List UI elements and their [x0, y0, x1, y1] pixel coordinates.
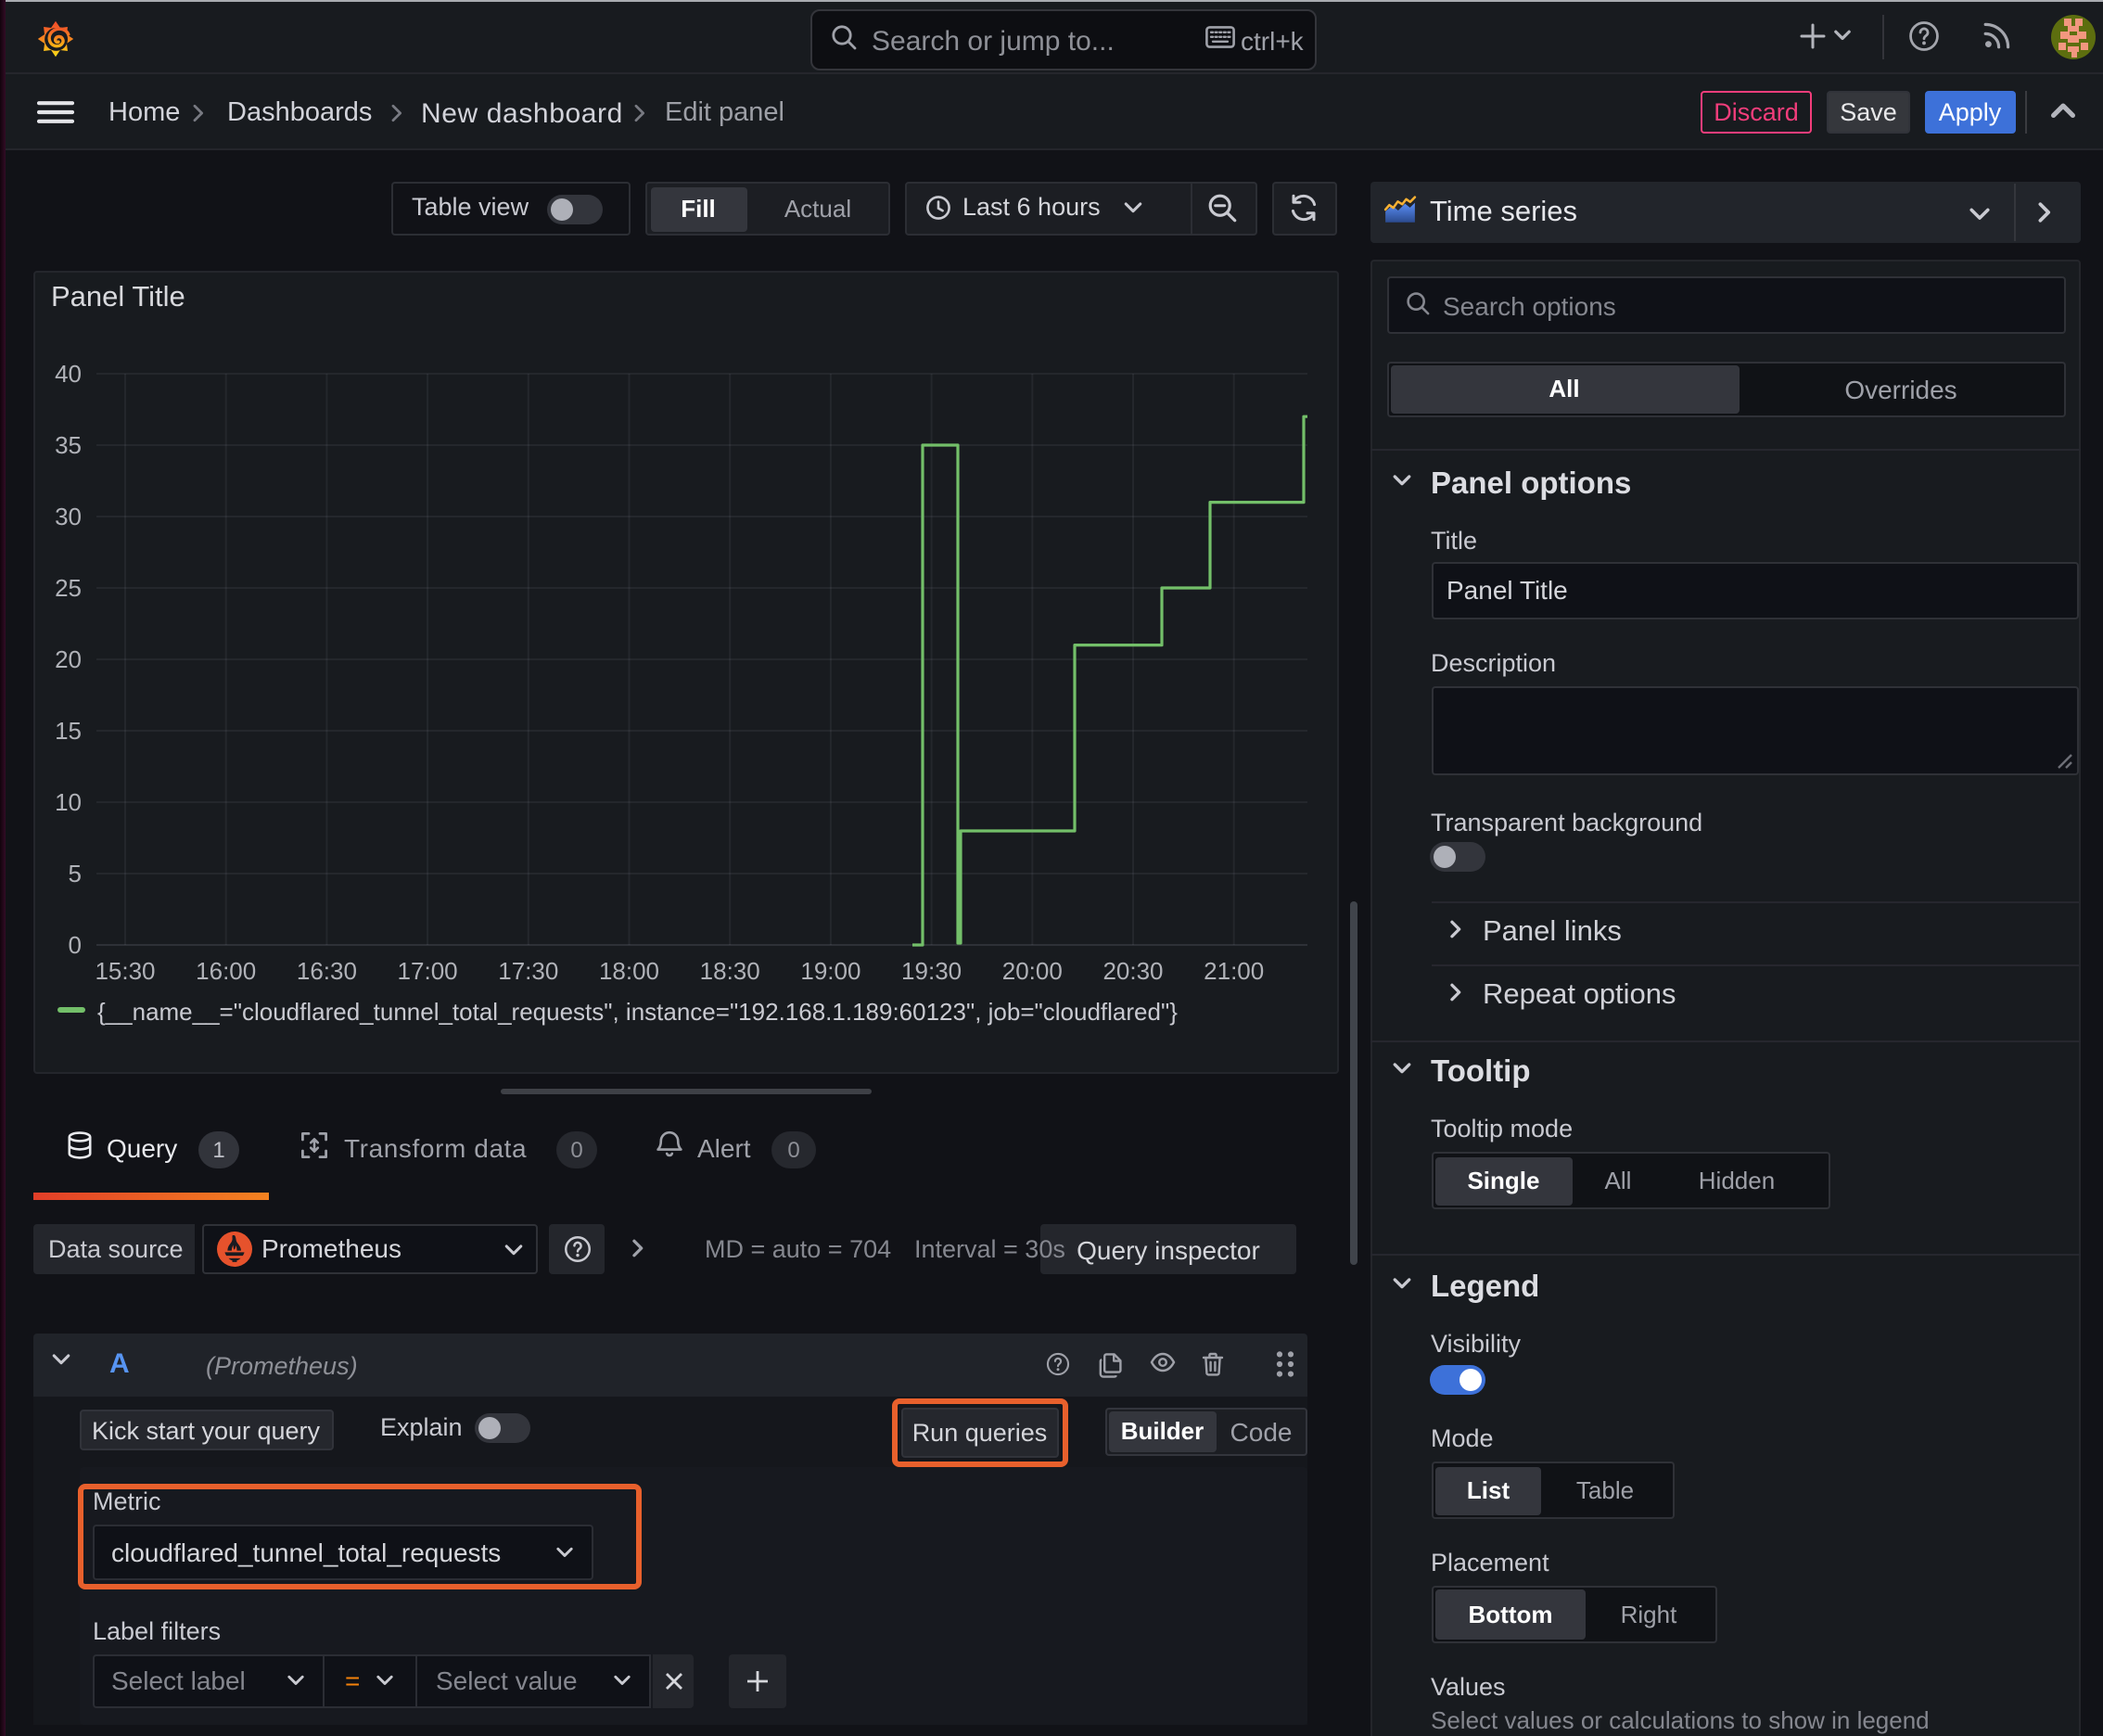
svg-text:5: 5 [69, 860, 82, 887]
svg-text:21:00: 21:00 [1204, 957, 1264, 985]
svg-text:15:30: 15:30 [95, 957, 155, 985]
svg-text:15: 15 [55, 717, 82, 745]
svg-text:17:00: 17:00 [398, 957, 458, 985]
svg-text:0: 0 [69, 931, 82, 959]
svg-text:18:00: 18:00 [599, 957, 659, 985]
svg-text:17:30: 17:30 [498, 957, 558, 985]
svg-text:18:30: 18:30 [700, 957, 760, 985]
svg-text:16:00: 16:00 [196, 957, 256, 985]
svg-text:16:30: 16:30 [297, 957, 357, 985]
svg-text:20: 20 [55, 645, 82, 673]
svg-text:20:00: 20:00 [1002, 957, 1063, 985]
svg-text:19:30: 19:30 [901, 957, 962, 985]
svg-text:30: 30 [55, 503, 82, 530]
svg-text:10: 10 [55, 788, 82, 816]
svg-text:25: 25 [55, 574, 82, 602]
svg-text:40: 40 [55, 362, 82, 388]
svg-text:35: 35 [55, 431, 82, 459]
svg-text:19:00: 19:00 [800, 957, 860, 985]
svg-text:20:30: 20:30 [1102, 957, 1163, 985]
